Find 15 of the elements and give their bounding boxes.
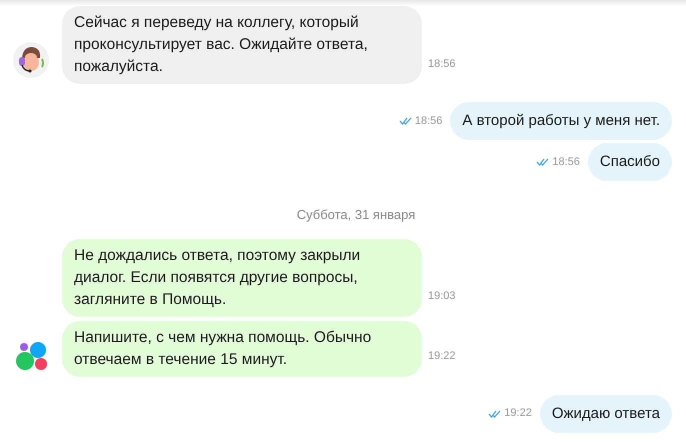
message-bubble: Спасибо	[588, 143, 672, 181]
message-time: 18:56	[552, 154, 580, 170]
message-bubble: А второй работы у меня нет.	[450, 102, 672, 140]
message-bubble: Ожидаю ответа	[540, 394, 672, 432]
message-bubble: Не дождались ответа, поэтому закрыли диалог. Если появятся другие вопросы, загляните в Помощь.	[62, 238, 422, 316]
message-time: 19:22	[428, 349, 456, 364]
message-bubble: Сейчас я переведу на коллегу, который проконсультирует вас. Ожидайте ответа, пожалуйста.	[62, 6, 422, 84]
date-separator: Суббота, 31 января	[296, 206, 416, 224]
support-agent-icon	[13, 42, 49, 78]
message-time: 19:22	[504, 406, 532, 422]
message-bubble: Напишите, с чем нужна помощь. Обычно отвечаем в течение 15 минут.	[62, 320, 422, 376]
message-time: 18:56	[428, 56, 456, 72]
message-time: 19:03	[428, 289, 456, 304]
message-time: 18:56	[414, 114, 442, 129]
logo-icon	[14, 340, 48, 370]
